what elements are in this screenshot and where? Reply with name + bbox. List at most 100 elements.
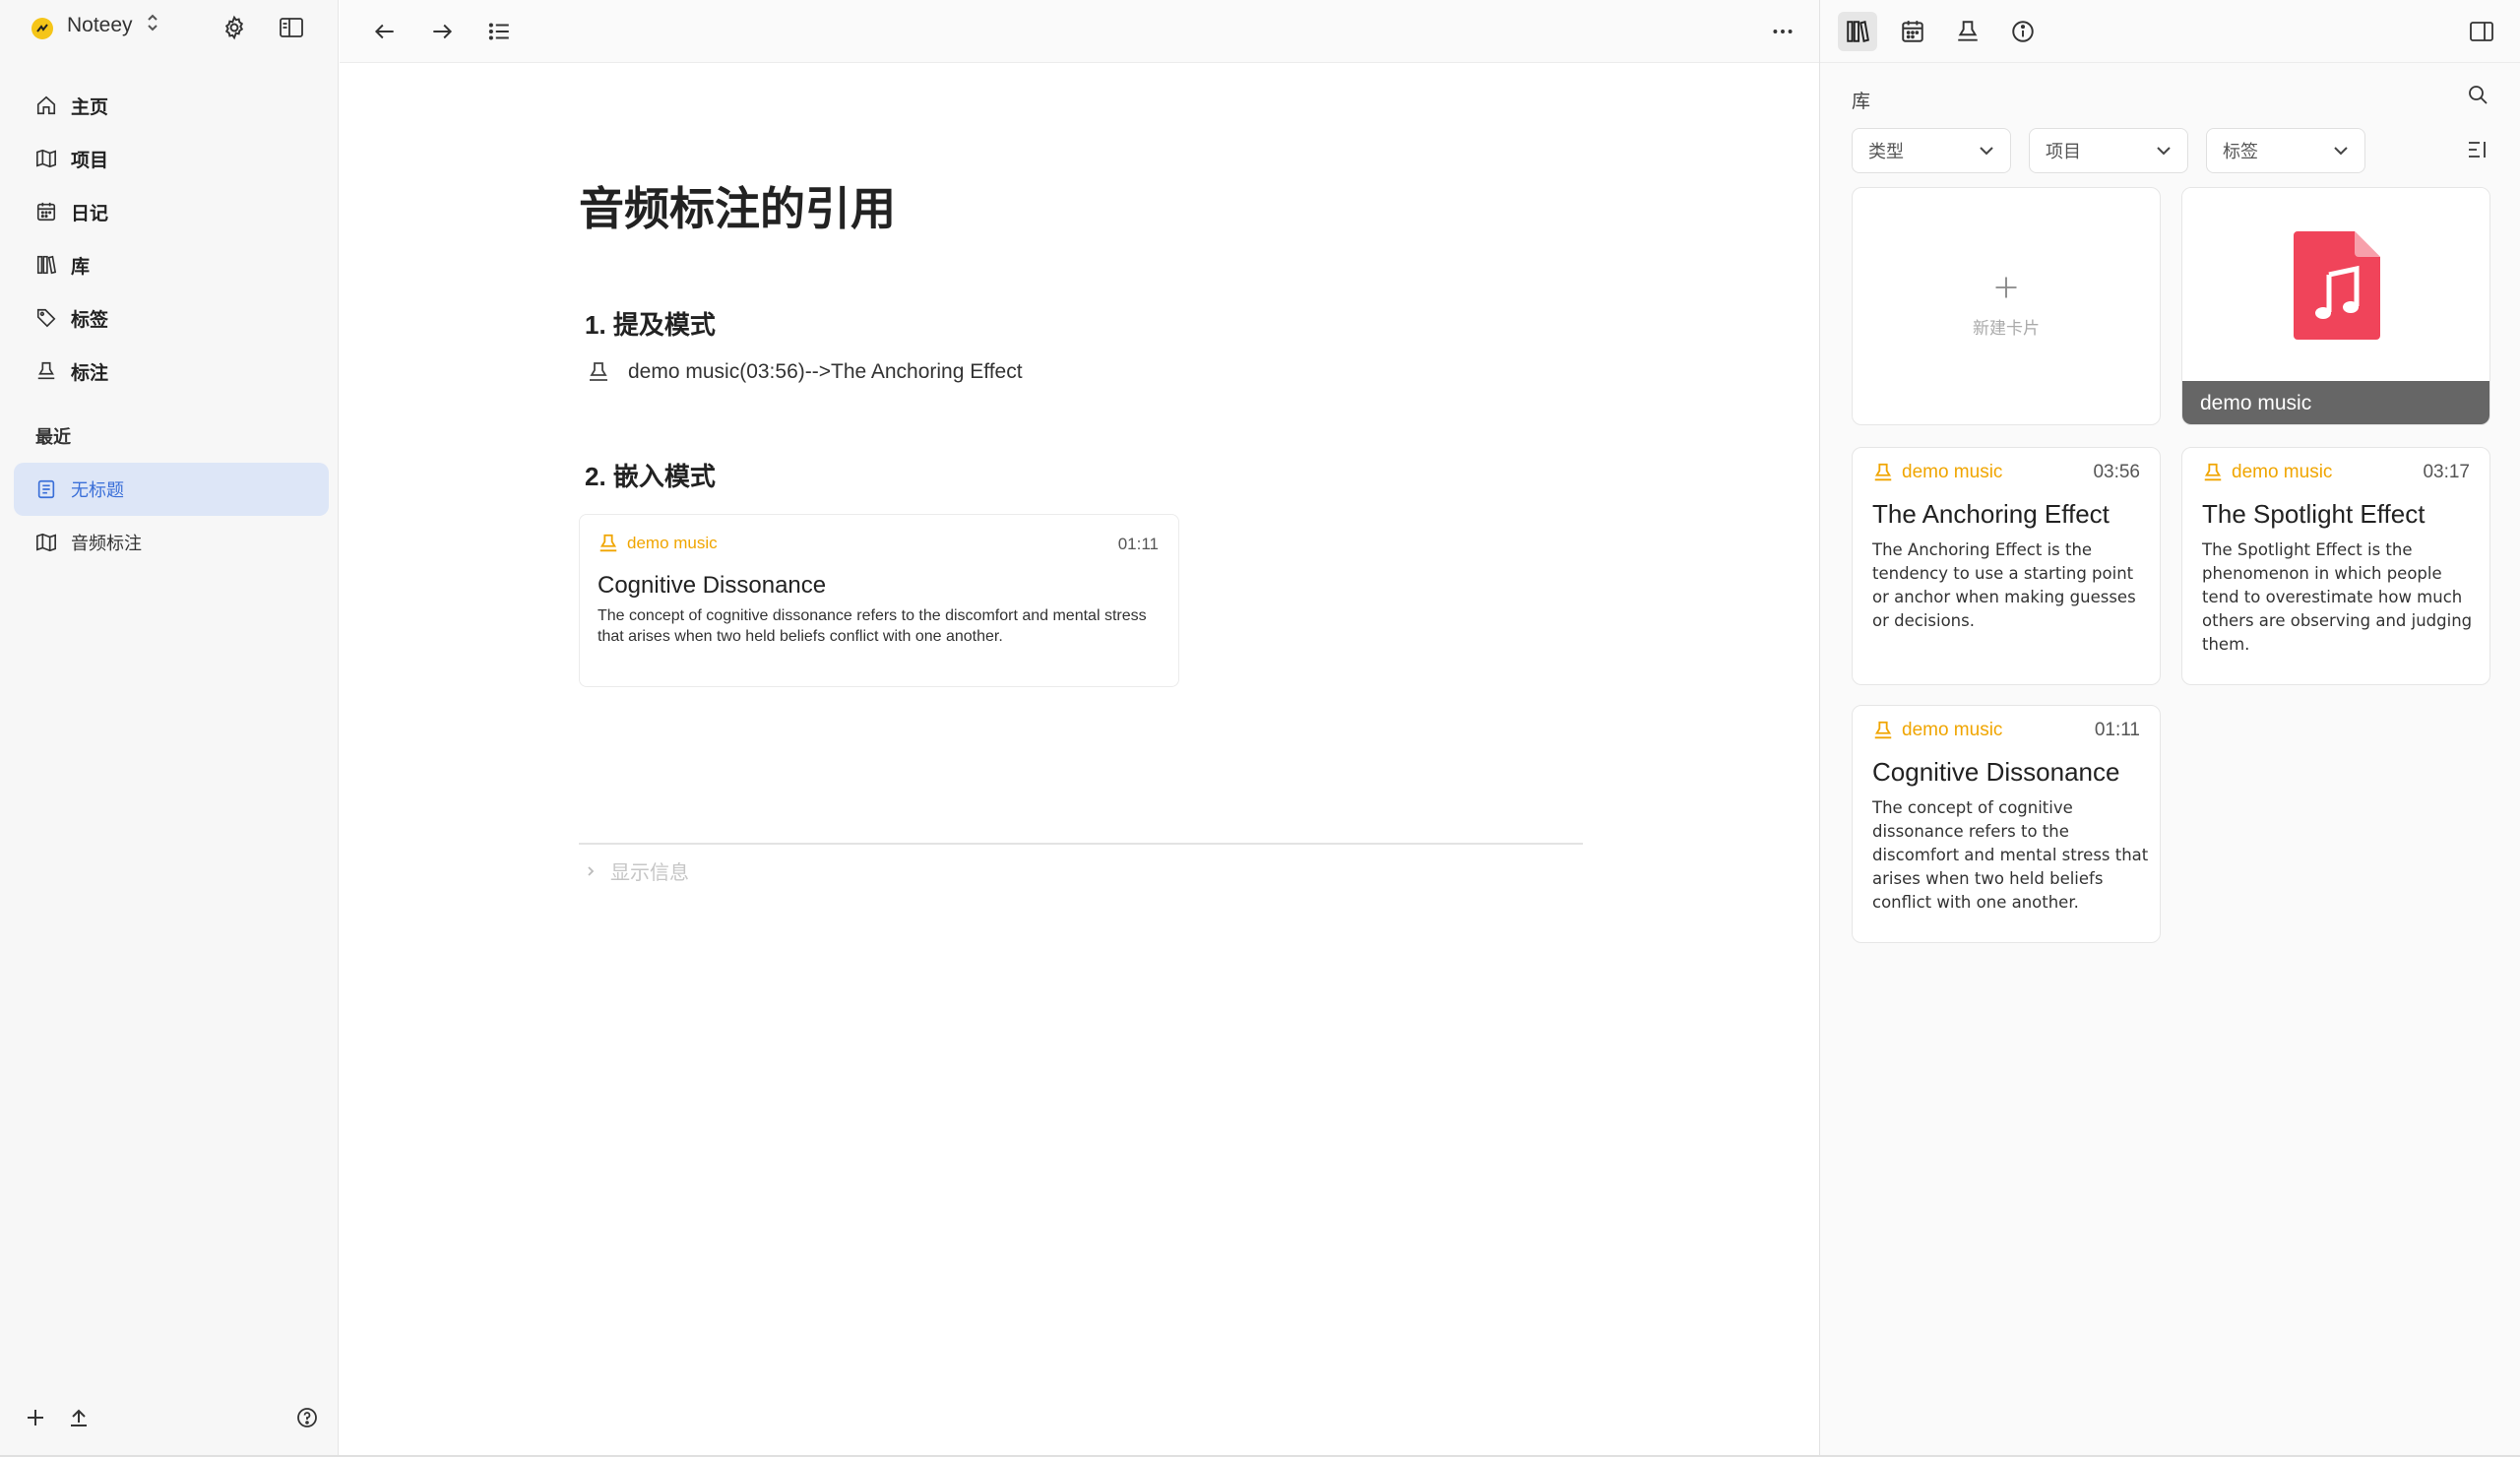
mention-text: demo music(03:56)-->The Anchoring Effect xyxy=(628,360,1023,383)
main-nav: 主页 项目 日记 库 标签 标注 xyxy=(14,79,329,398)
annotation-timestamp: 03:56 xyxy=(2093,462,2140,482)
annotation-source-label: demo music xyxy=(2232,462,2333,482)
filter-label: 标签 xyxy=(2223,142,2258,161)
annotation-description: The Spotlight Effect is the phenomenon i… xyxy=(2202,540,2473,654)
annotation-card[interactable]: demo music 03:17 The Spotlight Effect Th… xyxy=(2181,447,2490,685)
recent-item-audio-annotation[interactable]: 音频标注 xyxy=(14,516,329,569)
forward-arrow-icon[interactable] xyxy=(422,12,462,51)
show-info-toggle[interactable]: 显示信息 xyxy=(585,856,689,885)
app-logo-icon xyxy=(32,18,53,39)
library-panel: 库 类型 项目 标签 新建卡片 demo music demo music 03… xyxy=(1819,0,2520,1457)
search-icon[interactable] xyxy=(2466,83,2489,111)
annotation-description: The Anchoring Effect is the tendency to … xyxy=(1872,540,2136,630)
embedded-annotation-card[interactable]: demo music 01:11 Cognitive Dissonance Th… xyxy=(579,514,1179,687)
library-icon xyxy=(36,255,57,275)
annotation-title: The Anchoring Effect xyxy=(1872,499,2110,529)
sidebar-footer xyxy=(0,1388,339,1447)
map-icon xyxy=(36,533,56,552)
annotation-description: The concept of cognitive dissonance refe… xyxy=(1872,798,2149,912)
add-icon[interactable] xyxy=(18,1400,53,1435)
highlighter-icon xyxy=(590,362,607,381)
annotation-card[interactable]: demo music 03:56 The Anchoring Effect Th… xyxy=(1852,447,2161,685)
more-options-icon[interactable] xyxy=(1763,12,1802,51)
home-icon xyxy=(36,95,56,115)
info-tab-icon[interactable] xyxy=(2003,12,2043,51)
panel-title: 库 xyxy=(1852,92,1871,112)
nav-item-label: 日记 xyxy=(71,203,109,224)
nav-item-label: 项目 xyxy=(71,150,109,171)
new-card-button[interactable]: 新建卡片 xyxy=(1852,187,2161,425)
filter-label: 项目 xyxy=(2046,142,2081,161)
annotation-card[interactable]: demo music 01:11 Cognitive Dissonance Th… xyxy=(1852,705,2161,943)
nav-item-label: 标注 xyxy=(71,362,109,384)
calendar-tab-icon[interactable] xyxy=(1893,12,1932,51)
nav-item-home[interactable]: 主页 xyxy=(14,79,329,132)
section-heading-mention[interactable]: 1. 提及模式 xyxy=(585,305,716,342)
annotation-mention-link[interactable]: demo music(03:56)-->The Anchoring Effect xyxy=(587,360,1023,384)
music-file-title: demo music xyxy=(2182,381,2489,424)
chevron-down-icon xyxy=(2334,147,2348,156)
annotation-source-label: demo music xyxy=(627,534,718,552)
nav-item-projects[interactable]: 项目 xyxy=(14,132,329,185)
highlighter-icon xyxy=(1874,463,1892,481)
document-icon xyxy=(37,479,55,499)
page-title[interactable]: 音频标注的引用 xyxy=(579,173,896,238)
chevron-down-icon xyxy=(2157,147,2171,156)
toggle-right-panel-icon[interactable] xyxy=(2462,12,2501,51)
highlighter-icon xyxy=(1874,721,1892,739)
filter-label: 类型 xyxy=(1868,142,1904,161)
annotation-source: demo music xyxy=(598,533,718,554)
recent-list: 无标题 音频标注 xyxy=(14,463,329,569)
annotation-timestamp: 01:11 xyxy=(1117,535,1159,553)
nav-item-label: 主页 xyxy=(71,96,109,118)
back-arrow-icon[interactable] xyxy=(365,12,405,51)
recent-item-label: 无标题 xyxy=(71,480,124,500)
annotation-tab-icon[interactable] xyxy=(1948,12,1987,51)
music-file-card[interactable]: demo music xyxy=(2181,187,2490,425)
toggle-sidebar-icon[interactable] xyxy=(274,10,309,45)
settings-gear-icon[interactable] xyxy=(217,10,252,45)
panel-tabs xyxy=(1820,0,2520,63)
annotation-title: The Spotlight Effect xyxy=(2202,499,2426,529)
nav-item-label: 库 xyxy=(71,256,91,278)
recent-section-title: 最近 xyxy=(35,427,71,447)
music-file-icon xyxy=(2182,188,2489,381)
annotation-timestamp: 03:17 xyxy=(2423,462,2470,482)
filter-project-dropdown[interactable]: 项目 xyxy=(2029,128,2188,173)
highlighter-icon xyxy=(599,534,617,552)
nav-item-tags[interactable]: 标签 xyxy=(14,291,329,345)
calendar-icon xyxy=(36,202,56,222)
highlighter-icon xyxy=(2204,463,2222,481)
sidebar: Noteey 主页 项目 日记 库 标签 标注 最近 无标题 音频标注 xyxy=(0,0,339,1457)
filter-type-dropdown[interactable]: 类型 xyxy=(1852,128,2011,173)
upload-icon[interactable] xyxy=(61,1400,96,1435)
chevron-right-icon xyxy=(588,865,595,876)
highlighter-icon xyxy=(37,361,55,380)
annotation-source-label: demo music xyxy=(1902,720,2003,740)
annotation-timestamp: 01:11 xyxy=(2094,720,2140,740)
library-tab-icon[interactable] xyxy=(1838,12,1877,51)
nav-item-library[interactable]: 库 xyxy=(14,238,329,291)
tag-icon xyxy=(36,308,56,328)
sort-icon[interactable] xyxy=(2466,138,2489,166)
show-info-label: 显示信息 xyxy=(610,862,689,884)
recent-item-untitled[interactable]: 无标题 xyxy=(14,463,329,516)
section-heading-embed[interactable]: 2. 嵌入模式 xyxy=(585,457,716,493)
annotation-title: Cognitive Dissonance xyxy=(598,572,827,599)
nav-item-journal[interactable]: 日记 xyxy=(14,185,329,238)
annotation-source: demo music xyxy=(2202,462,2332,483)
annotation-source: demo music xyxy=(1872,720,2002,741)
annotation-source: demo music xyxy=(1872,462,2002,483)
editor-toolbar xyxy=(340,0,1819,63)
filter-tag-dropdown[interactable]: 标签 xyxy=(2206,128,2365,173)
sidebar-header: Noteey xyxy=(0,0,339,57)
chevron-updown-icon[interactable] xyxy=(146,12,159,33)
recent-item-label: 音频标注 xyxy=(71,534,142,553)
app-name[interactable]: Noteey xyxy=(67,14,133,37)
annotation-source-label: demo music xyxy=(1902,462,2003,482)
help-icon[interactable] xyxy=(289,1400,325,1435)
new-card-label: 新建卡片 xyxy=(1973,319,2040,338)
outline-list-icon[interactable] xyxy=(479,12,519,51)
divider xyxy=(579,843,1583,845)
nav-item-annotations[interactable]: 标注 xyxy=(14,345,329,398)
